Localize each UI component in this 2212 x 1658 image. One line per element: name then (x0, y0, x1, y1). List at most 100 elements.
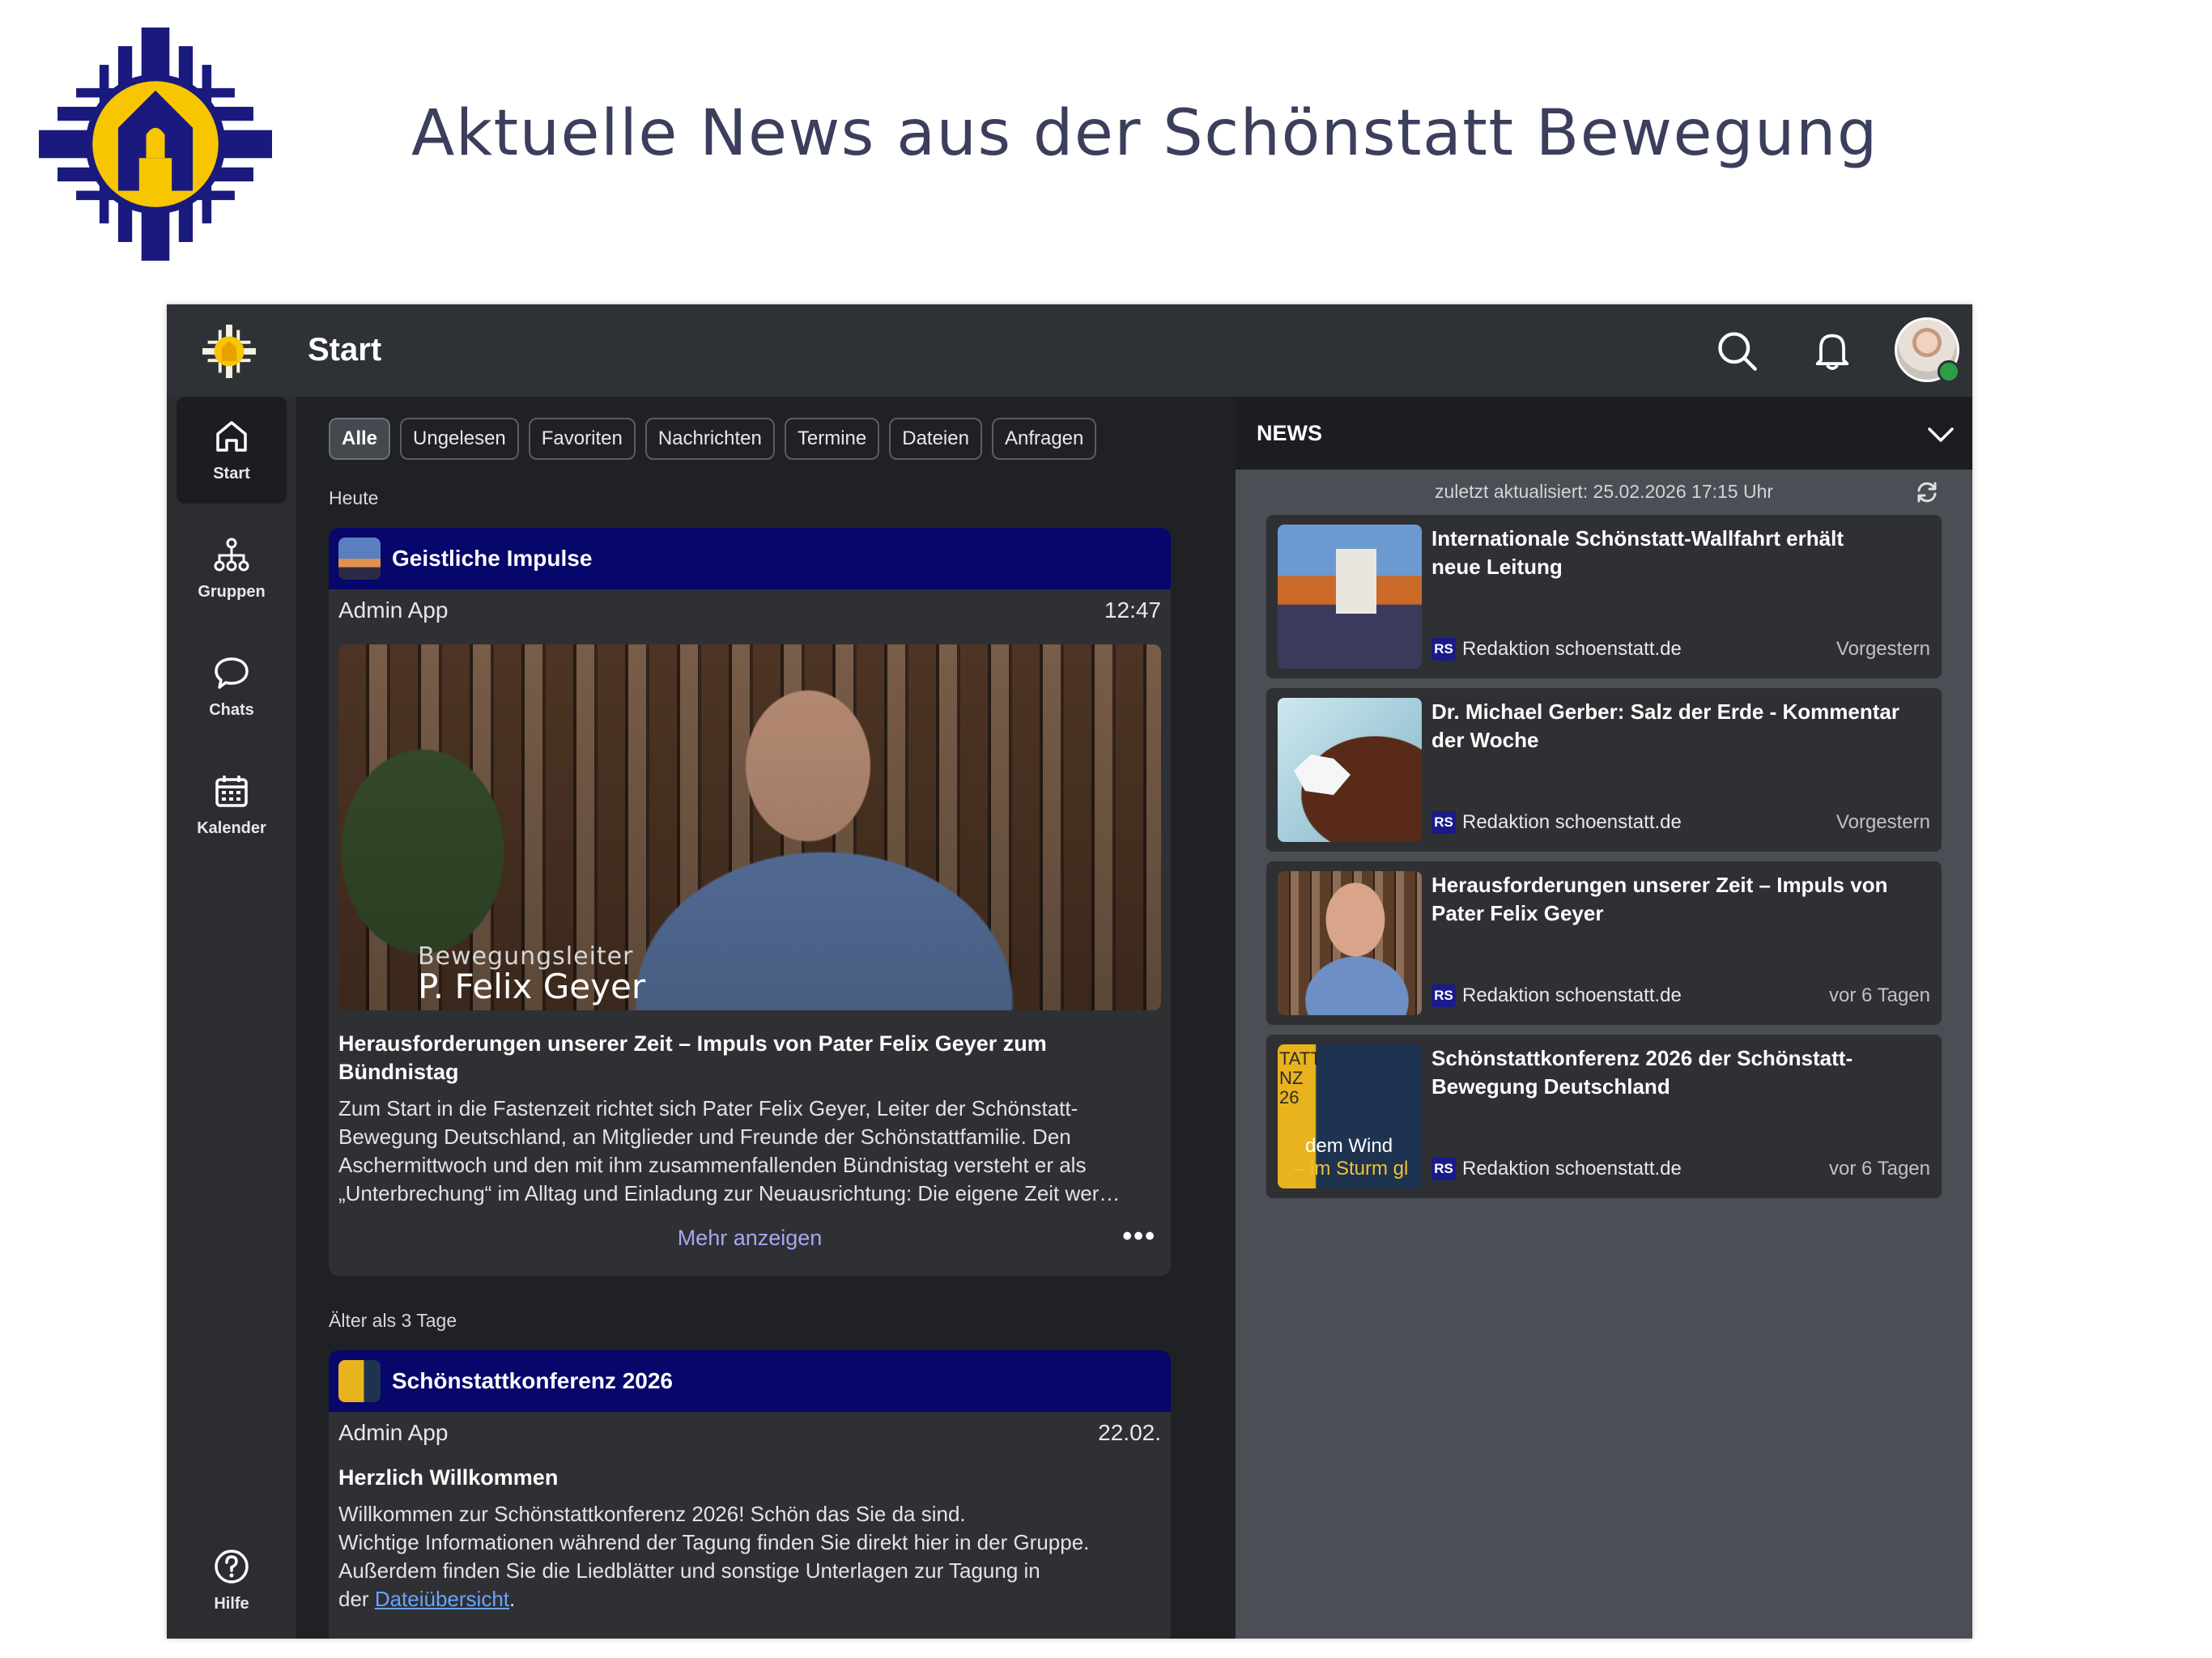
online-status-badge (1938, 360, 1960, 383)
post-body-line: „Unterbrechung“ im Alltag und Einladung … (338, 1181, 1121, 1205)
feed-post: Geistliche Impulse Admin App 12:47 Beweg… (329, 528, 1171, 1276)
top-bar: Start (167, 304, 1972, 397)
bell-icon[interactable] (1810, 329, 1854, 372)
news-item-age: Vorgestern (1836, 811, 1930, 833)
post-author: Admin App (338, 1420, 449, 1445)
thumbnail-text-line: 26 (1279, 1087, 1300, 1107)
news-item-title-line: Schönstattkonferenz 2026 der Schönstatt- (1431, 1046, 1853, 1070)
news-item[interactable]: Internationale Schönstatt-Wallfahrt erhä… (1266, 515, 1942, 678)
filter-chip-favoriten[interactable]: Favoriten (528, 418, 636, 460)
group-icon (338, 1360, 381, 1402)
nav-item-hilfe[interactable]: Hilfe (177, 1527, 287, 1634)
post-body-line: der Dateiübersicht. (338, 1585, 1161, 1613)
nav-item-label: Start (213, 465, 250, 483)
thumbnail-text-line: TATT (1279, 1048, 1321, 1069)
news-item-title-line: Dr. Michael Gerber: Salz der Erde - Komm… (1431, 699, 1899, 724)
thumbnail-text: – im Sturm gl (1294, 1158, 1409, 1180)
nav-item-kalender[interactable]: Kalender (177, 751, 287, 858)
news-item[interactable]: Dr. Michael Gerber: Salz der Erde - Komm… (1266, 688, 1942, 852)
news-item-title: Herausforderungen unserer Zeit – Impuls … (1431, 871, 1925, 928)
search-icon[interactable] (1715, 329, 1759, 372)
news-item[interactable]: Herausforderungen unserer Zeit – Impuls … (1266, 861, 1942, 1025)
show-more-button[interactable]: Mehr anzeigen (329, 1226, 1171, 1251)
source-badge: RS (1431, 811, 1456, 834)
video-caption-large: P. Felix Geyer (418, 967, 646, 1006)
news-item-age: Vorgestern (1836, 638, 1930, 660)
refresh-icon[interactable] (1914, 479, 1940, 505)
filter-chip-anfragen[interactable]: Anfragen (991, 418, 1097, 460)
news-item[interactable]: TATT NZ 26 dem Wind – im Sturm gl Schöns… (1266, 1035, 1942, 1198)
post-group-header[interactable]: Geistliche Impulse (329, 528, 1171, 589)
chat-icon (215, 657, 249, 689)
avatar[interactable] (1895, 317, 1960, 383)
news-item-title-line: Internationale Schönstatt-Wallfahrt erhä… (1431, 526, 1844, 551)
news-item-age: vor 6 Tagen (1829, 984, 1930, 1006)
post-group-header[interactable]: Schönstattkonferenz 2026 (329, 1350, 1171, 1412)
post-body-line: Außerdem finden Sie die Liedblätter und … (338, 1558, 1040, 1583)
news-item-title-line: neue Leitung (1431, 555, 1563, 579)
nav-item-label: Hilfe (214, 1595, 249, 1613)
post-group-name: Schönstattkonferenz 2026 (392, 1368, 673, 1393)
slide-title: Aktuelle News aus der Schönstatt Bewegun… (411, 97, 1878, 170)
chevron-down-icon[interactable] (1927, 426, 1955, 444)
news-title: NEWS (1257, 421, 1322, 445)
news-item-source: Redaktion schoenstatt.de (1462, 984, 1682, 1006)
schoenstatt-logo (39, 28, 272, 261)
news-item-title-line: Bewegung Deutschland (1431, 1074, 1670, 1099)
files-overview-link[interactable]: Dateiübersicht (375, 1587, 509, 1611)
post-time: 22.02. (1098, 1420, 1161, 1445)
post-body-line: Willkommen zur Schönstattkonferenz 2026!… (338, 1502, 966, 1526)
news-item-title: Dr. Michael Gerber: Salz der Erde - Komm… (1431, 698, 1925, 755)
filter-chip-nachrichten[interactable]: Nachrichten (644, 418, 775, 460)
app-logo[interactable] (202, 325, 256, 378)
post-time: 12:47 (1104, 597, 1161, 623)
source-badge: RS (1431, 638, 1456, 661)
page-title: Start (308, 332, 382, 368)
news-item-title-line: Herausforderungen unserer Zeit – Impuls … (1431, 873, 1888, 897)
news-panel: NEWS zuletzt aktualisiert: 25.02.2026 17… (1236, 397, 1972, 1639)
news-thumbnail: TATT NZ 26 dem Wind – im Sturm gl (1278, 1044, 1422, 1188)
section-label-older: Älter als 3 Tage (329, 1310, 457, 1331)
calendar-icon (215, 776, 248, 807)
thumbnail-text: dem Wind (1305, 1135, 1393, 1157)
news-updated-time: zuletzt aktualisiert: 25.02.2026 17:15 U… (1434, 481, 1774, 502)
thumbnail-text: TATT NZ 26 (1279, 1049, 1321, 1107)
section-label-today: Heute (329, 487, 379, 508)
source-badge: RS (1431, 1158, 1456, 1180)
group-icon (338, 538, 381, 580)
post-title-line: Herausforderungen unserer Zeit – Impuls … (338, 1031, 1047, 1056)
post-title[interactable]: Herausforderungen unserer Zeit – Impuls … (329, 1010, 1171, 1086)
thumbnail-text-line: NZ (1279, 1068, 1304, 1088)
help-icon (215, 1550, 249, 1584)
post-body-line: Aschermittwoch und den mit ihm zusammenf… (338, 1153, 1087, 1177)
news-header[interactable]: NEWS (1236, 397, 1972, 470)
app-window: Start Start Gruppen Chats Kalender Hilfe… (167, 304, 1972, 1639)
nav-item-start[interactable]: Start (177, 397, 287, 504)
post-body: Zum Start in die Fastenzeit richtet sich… (329, 1086, 1171, 1208)
news-item-age: vor 6 Tagen (1829, 1158, 1930, 1180)
filter-chip-ungelesen[interactable]: Ungelesen (400, 418, 519, 460)
nav-item-chats[interactable]: Chats (177, 633, 287, 740)
news-item-title: Internationale Schönstatt-Wallfahrt erhä… (1431, 525, 1925, 581)
news-item-title: Schönstattkonferenz 2026 der Schönstatt-… (1431, 1044, 1925, 1101)
post-body-line: Wichtige Informationen während der Tagun… (338, 1530, 1090, 1554)
filter-chip-termine[interactable]: Termine (784, 418, 880, 460)
post-title-line: Bündnistag (338, 1060, 459, 1084)
filter-chips: Alle Ungelesen Favoriten Nachrichten Ter… (329, 418, 1097, 460)
post-meta: Admin App 22.02. (329, 1412, 1171, 1457)
news-thumbnail (1278, 871, 1422, 1015)
filter-chip-alle[interactable]: Alle (329, 418, 391, 460)
nav-item-label: Chats (209, 701, 254, 719)
news-item-source: Redaktion schoenstatt.de (1462, 638, 1682, 660)
nav-item-label: Gruppen (198, 583, 266, 601)
filter-chip-dateien[interactable]: Dateien (889, 418, 982, 460)
more-options-icon[interactable]: ••• (1122, 1221, 1156, 1252)
post-title[interactable]: Herzlich Willkommen (329, 1457, 1171, 1492)
post-video[interactable]: Bewegungsleiter P. Felix Geyer (338, 644, 1161, 1010)
post-body-line: Zum Start in die Fastenzeit richtet sich… (338, 1096, 1078, 1120)
news-item-title-line: der Woche (1431, 728, 1539, 752)
nav-item-gruppen[interactable]: Gruppen (177, 515, 287, 622)
news-thumbnail (1278, 698, 1422, 842)
post-body-line: Bewegung Deutschland, an Mitglieder und … (338, 1124, 1071, 1149)
news-item-title-line: Pater Felix Geyer (1431, 901, 1604, 925)
